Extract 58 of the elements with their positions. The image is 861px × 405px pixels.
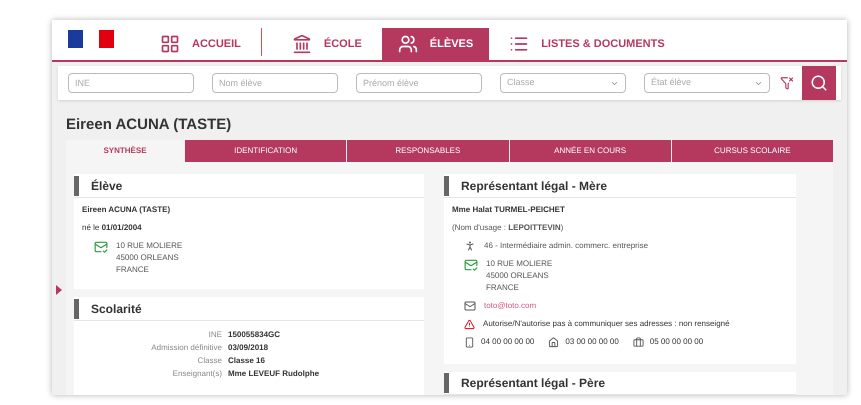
section-tab[interactable]: RESPONSABLES — [347, 140, 508, 162]
field-label: INE — [208, 329, 222, 341]
verified-mail-icon — [94, 240, 108, 254]
people-icon — [398, 34, 418, 54]
field-label: Classe — [196, 355, 222, 367]
address-line: 10 RUE MOLIERE — [116, 240, 182, 252]
person-icon — [464, 240, 476, 252]
field-label: Admission définitive — [150, 342, 222, 354]
grid-icon — [160, 34, 180, 54]
verified-mail-icon — [464, 258, 478, 272]
accent-bar — [444, 176, 449, 196]
guardian-name: Mme Halat TURMEL-PEICHET — [452, 204, 566, 216]
section-tab[interactable]: ANNÉE EN COURS — [510, 140, 671, 162]
student-name: Eireen ACUNA (TASTE) — [82, 204, 172, 216]
side-marker-icon — [56, 285, 62, 295]
address-line: 10 RUE MOLIERE — [486, 258, 552, 270]
field-value: 03/09/2018 — [228, 342, 270, 354]
nav-tab[interactable]: ÉLÈVES — [382, 28, 490, 60]
briefcase-icon — [632, 336, 644, 348]
section-tab[interactable]: CURSUS SCOLAIRE — [672, 140, 833, 162]
address-line: FRANCE — [116, 264, 150, 276]
warning-icon — [464, 318, 475, 330]
phone-number: 03 00 00 00 00 — [565, 336, 619, 348]
clear-filter-icon[interactable] — [780, 76, 794, 90]
field-value: 150055834GC — [228, 329, 282, 341]
address-line: FRANCE — [486, 282, 520, 294]
phone-number: 04 00 00 00 00 — [481, 336, 534, 348]
accent-bar — [444, 372, 449, 393]
building-icon — [292, 34, 312, 54]
email-link[interactable]: toto@toto.com — [484, 300, 536, 312]
field-value: Mme LEVEUF Rudolphe — [228, 368, 320, 380]
phone-number: 05 00 00 00 00 — [650, 336, 704, 348]
field-value: Classe 16 — [228, 355, 266, 367]
section-tab[interactable]: SYNTHÈSE — [66, 140, 184, 162]
home-icon — [548, 336, 560, 348]
panel-title: Scolarité — [91, 300, 142, 318]
flag-logo — [68, 30, 114, 48]
section-tab[interactable]: IDENTIFICATION — [185, 140, 346, 162]
search-icon — [810, 74, 828, 92]
accent-bar — [74, 298, 79, 318]
mobile-phone-icon — [464, 336, 475, 348]
search-button[interactable] — [802, 66, 836, 100]
panel-title: Représentant légal - Père — [461, 374, 606, 392]
mail-icon — [464, 300, 476, 312]
panel-title: Élève — [91, 178, 122, 194]
accent-bar — [74, 176, 79, 196]
panel-title: Représentant légal - Mère — [461, 178, 608, 194]
usage-name: (Nom d'usage : LEPOITTEVIN) — [452, 222, 564, 234]
input-field[interactable]: Prénom élève — [356, 73, 482, 93]
warning-text: Autorise/N'autorise pas à communiquer ses adresses : non renseigné — [483, 318, 730, 330]
field-label: Enseignant(s) — [172, 368, 222, 380]
birth-date: né le 01/01/2004 — [82, 222, 143, 234]
student-title: Eireen ACUNA (TASTE) — [66, 115, 232, 134]
input-field[interactable]: Nom élève — [212, 73, 338, 93]
address-line: 45000 ORLEANS — [486, 270, 550, 282]
input-field[interactable]: INE — [68, 73, 194, 93]
profession: 46 - Intermédiaire admin. commerc. entreprise — [484, 240, 648, 252]
address-line: 45000 ORLEANS — [116, 252, 180, 264]
